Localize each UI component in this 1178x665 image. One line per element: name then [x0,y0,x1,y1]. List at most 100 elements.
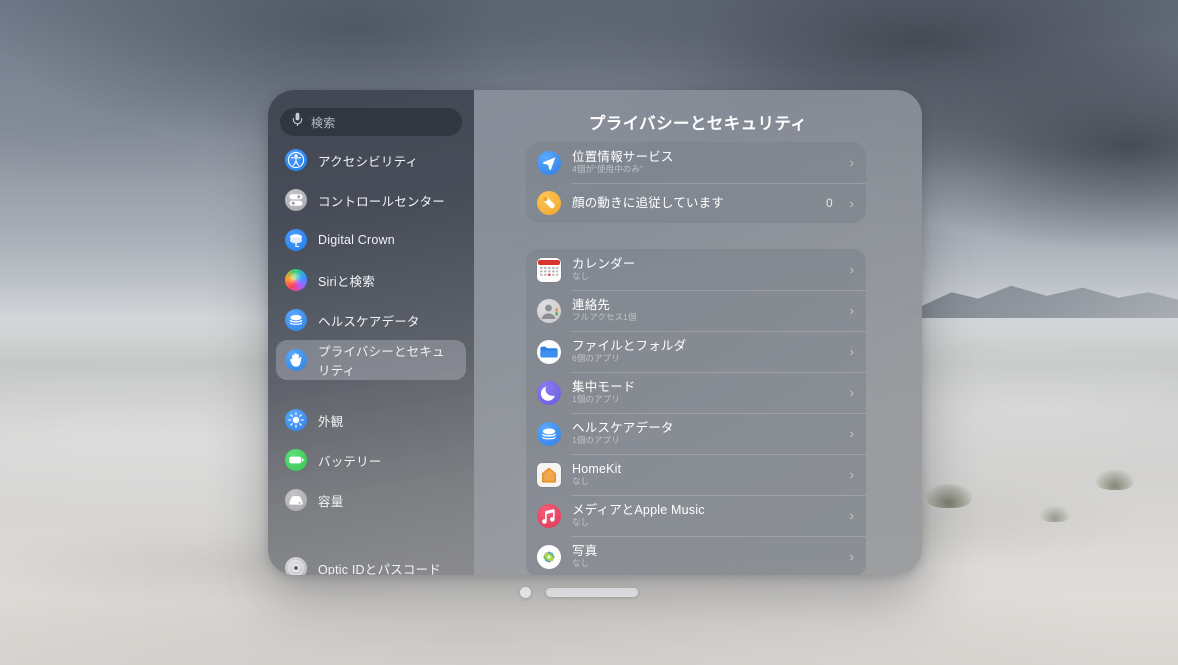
settings-content-scroll[interactable]: 位置情報サービス 4個が“使用中のみ” › 顔の動きに追従しています 0 › カレンダー なし… [474,142,922,575]
sidebar-item-label: コントロールセンター [318,194,446,209]
homekit-icon [537,462,561,487]
settings-row-title: 連絡先 [572,298,611,312]
settings-row-subtitle: フルアクセス1個 [572,312,637,322]
chevron-right-icon: › [849,508,854,523]
sidebar-item-3[interactable]: Siriと検索 [276,260,466,300]
settings-row-text: 顔の動きに追従しています [572,196,815,210]
settings-row-subtitle: 1個のアプリ [572,435,620,445]
photos-icon [537,544,561,569]
settings-row-subtitle: なし [572,517,590,527]
settings-row-subtitle: 1個のアプリ [572,394,620,404]
media-music-icon [537,503,561,528]
chevron-right-icon: › [849,155,854,170]
tracking-icon [537,191,561,215]
sidebar-group-separator [268,380,474,400]
settings-window: プライバシーとセキュリティ 位置情報サービス 4個が“使用中のみ” › 顔の動きに追従… [268,90,922,575]
settings-row[interactable]: ファイルとフォルダ 6個のアプリ › [526,331,866,372]
sidebar-item-label: Digital Crown [318,233,395,247]
sidebar-item-2[interactable]: Digital Crown [276,220,466,260]
settings-row[interactable]: メディアとApple Music なし › [526,495,866,536]
sidebar-item-label: アクセシビリティ [318,154,419,169]
focus-moon-icon [537,380,561,405]
settings-row[interactable]: HomeKit なし › [526,454,866,495]
settings-row-text: 集中モード 1個のアプリ [572,380,839,405]
sidebar-item-2[interactable]: 容量 [276,480,466,520]
files-folder-icon [537,339,561,364]
settings-sidebar: 検索 アクセシビリティコントロールセンター Digital Crown Siriと検… [268,90,474,575]
settings-row-title: メディアとApple Music [572,503,705,517]
settings-row-title: HomeKit [572,462,622,476]
settings-row[interactable]: 連絡先 フルアクセス1個 › [526,290,866,331]
sidebar-item-label: 容量 [318,494,344,509]
settings-row-title: 写真 [572,544,598,558]
settings-row[interactable]: カレンダー なし › [526,249,866,290]
settings-row[interactable]: 顔の動きに追従しています 0 › [526,183,866,223]
chevron-right-icon: › [849,344,854,359]
optic-id-icon [285,557,307,575]
chevron-right-icon: › [849,262,854,277]
desert-shrub [1040,506,1070,522]
desert-shrub [926,484,972,508]
storage-icon [285,489,307,511]
settings-row-text: カレンダー なし [572,257,839,282]
settings-row-subtitle: 6個のアプリ [572,353,620,363]
accessibility-icon [285,149,307,171]
privacy-hand-icon [285,349,307,371]
settings-row[interactable]: 写真 なし › [526,536,866,575]
sidebar-item-0[interactable]: 外観 [276,400,466,440]
search-input[interactable]: 検索 [280,108,462,136]
chevron-right-icon: › [849,385,854,400]
sidebar-item-label: ヘルスケアデータ [318,314,420,329]
settings-row-text: ヘルスケアデータ 1個のアプリ [572,421,839,446]
search-placeholder: 検索 [311,115,336,130]
battery-icon [285,449,307,471]
location-arrow-icon [537,150,561,175]
sidebar-item-0[interactable]: Optic IDとパスコード [276,548,466,575]
sidebar-item-label: 外観 [318,414,344,429]
microphone-icon [292,112,303,132]
chevron-right-icon: › [849,195,854,211]
chevron-right-icon: › [849,549,854,564]
settings-row-title: ヘルスケアデータ [572,421,674,435]
sidebar-item-label: Siriと検索 [318,274,375,289]
settings-row-title: 位置情報サービス [572,150,674,164]
settings-row-text: HomeKit なし [572,462,839,487]
chevron-right-icon: › [849,426,854,441]
digital-crown-icon [285,229,307,251]
chevron-right-icon: › [849,303,854,318]
sidebar-group-separator [268,520,474,548]
settings-row-title: 顔の動きに追従しています [572,196,725,210]
desert-shrub [1096,470,1134,490]
sidebar-item-0[interactable]: アクセシビリティ [276,140,466,180]
settings-row-title: 集中モード [572,380,636,394]
siri-icon [285,269,307,291]
page-title: プライバシーとセキュリティ [588,115,808,133]
sidebar-item-label: バッテリー [318,454,382,469]
settings-row[interactable]: 集中モード 1個のアプリ › [526,372,866,413]
calendar-icon [537,257,561,282]
settings-row-title: カレンダー [572,257,636,271]
control-center-icon [285,189,307,211]
sidebar-item-label: Optic IDとパスコード [318,562,441,576]
window-resize-handle[interactable] [546,588,638,597]
settings-row-subtitle: なし [572,476,590,486]
settings-row-value: 0 [825,196,833,210]
settings-row-subtitle: なし [572,558,590,568]
settings-row-title: ファイルとフォルダ [572,339,687,353]
sidebar-item-4[interactable]: ヘルスケアデータ [276,300,466,340]
settings-row-text: 連絡先 フルアクセス1個 [572,298,839,323]
close-window-button[interactable] [520,587,531,598]
settings-row[interactable]: 位置情報サービス 4個が“使用中のみ” › [526,142,866,183]
sidebar-item-1[interactable]: バッテリー [276,440,466,480]
sidebar-item-1[interactable]: コントロールセンター [276,180,466,220]
settings-row-subtitle: なし [572,271,590,281]
settings-row-text: メディアとApple Music なし [572,503,839,528]
health-icon [285,309,307,331]
settings-row-subtitle: 4個が“使用中のみ” [572,164,643,174]
sidebar-item-5-selected[interactable]: プライバシーとセキュリティ [276,340,466,380]
sidebar-item-label: プライバシーとセキュリティ [318,345,445,378]
health-icon [537,421,561,446]
settings-row[interactable]: ヘルスケアデータ 1個のアプリ › [526,413,866,454]
settings-row-text: 写真 なし [572,544,839,569]
settings-row-text: 位置情報サービス 4個が“使用中のみ” [572,150,839,175]
